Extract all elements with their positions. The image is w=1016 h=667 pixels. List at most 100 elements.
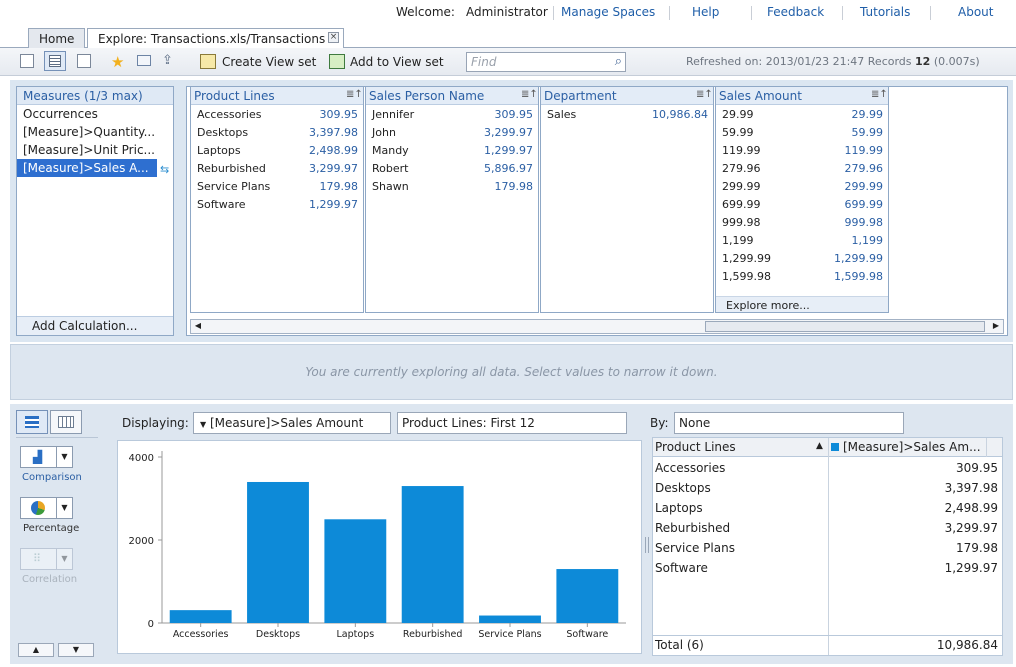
facet-title: Sales Amount [719,89,802,103]
layout-stacked-button[interactable] [44,51,66,71]
sort-icon[interactable]: ≣↑ [521,89,538,103]
explore-more-link[interactable]: Explore more... [716,296,888,312]
measure-item[interactable]: Occurrences [17,105,173,123]
facet-row[interactable]: Shawn 179.98 [366,177,538,195]
facet-row[interactable]: Laptops 2,498.99 [191,141,363,159]
by-select[interactable]: None [674,412,904,434]
search-icon[interactable]: ⌕ [615,54,622,69]
layout-single-button[interactable] [20,54,34,68]
facet-row[interactable]: Mandy 1,299.97 [366,141,538,159]
tab-explore[interactable]: Explore: Transactions.xls/Transactions × [87,28,344,49]
facet-row[interactable]: Sales 10,986.84 [541,105,713,123]
tab-home-label: Home [39,32,75,46]
about-link[interactable]: About [958,5,993,19]
chevron-down-icon[interactable]: ▼ [56,498,72,518]
email-icon[interactable] [137,55,151,66]
sort-icon[interactable]: ≣↑ [346,89,363,103]
facet-measure: 3,397.98 [309,126,358,139]
chart-view-button[interactable] [16,410,48,434]
feedback-link[interactable]: Feedback [767,5,824,19]
percentage-chart-button[interactable]: ▼ [20,497,73,519]
measure-item[interactable]: [Measure]>Unit Pric... [17,141,173,159]
facet-measure: 5,896.97 [484,162,533,175]
horizontal-scrollbar[interactable]: ◀ ▶ [190,319,1004,334]
facet-row[interactable]: 299.99 299.99 [716,177,888,195]
facet-row[interactable]: Software 1,299.97 [191,195,363,213]
favorite-star-icon[interactable]: ★ [111,53,124,71]
dimension-select[interactable]: Product Lines: First 12 [397,412,627,434]
facet-row[interactable]: 119.99 119.99 [716,141,888,159]
facet-title: Product Lines [194,89,275,103]
layout-split-button[interactable] [77,54,91,68]
facet-row[interactable]: 279.96 279.96 [716,159,888,177]
facet-row[interactable]: 29.99 29.99 [716,105,888,123]
close-tab-icon[interactable]: × [328,32,339,43]
facet-row[interactable]: Jennifer 309.95 [366,105,538,123]
tutorials-link[interactable]: Tutorials [860,5,910,19]
chevron-down-icon: ▼ [200,420,207,429]
x-tick-label: Reburbished [403,629,463,640]
facet-row[interactable]: 699.99 699.99 [716,195,888,213]
column-divider [828,438,829,655]
export-icon[interactable]: ⇪ [162,53,173,68]
facet-row[interactable]: 59.99 59.99 [716,123,888,141]
facet-title: Department [544,89,617,103]
measure-item[interactable]: [Measure]>Quantity... [17,123,173,141]
sort-icon[interactable]: ≣↑ [871,89,888,103]
table-cell-category[interactable]: Accessories [655,461,725,475]
facet-row[interactable]: 999.98 999.98 [716,213,888,231]
facet-row[interactable]: John 3,299.97 [366,123,538,141]
bar-chart: 0 2000 4000 Accessories Desktops Laptops Rebur… [129,451,626,640]
sort-icon[interactable]: ≣↑ [696,89,713,103]
data-table: Product Lines ▲ [Measure]>Sales Am... Ac… [652,437,1003,656]
facet-row[interactable]: Robert 5,896.97 [366,159,538,177]
table-cell-value: 179.98 [956,541,998,555]
facet-row[interactable]: Accessories 309.95 [191,105,363,123]
facet-row[interactable]: Reburbished 3,299.97 [191,159,363,177]
add-calculation-button[interactable]: Add Calculation... [17,316,173,335]
nav-divider [930,6,931,20]
panel-splitter[interactable] [645,537,649,553]
facet-row[interactable]: 1,199 1,199 [716,231,888,249]
create-view-set-icon[interactable] [200,54,216,69]
column-header-sales-amount[interactable]: [Measure]>Sales Am... [843,440,981,454]
scroll-left-icon[interactable]: ◀ [192,321,204,332]
find-input[interactable]: Find ⌕ [466,52,626,72]
column-divider [986,438,987,457]
drag-handle-icon[interactable]: ⇆ [160,163,169,176]
scroll-down-button[interactable]: ▼ [58,643,94,657]
table-view-button[interactable] [50,410,82,434]
scroll-right-icon[interactable]: ▶ [990,321,1002,332]
table-cell-category[interactable]: Desktops [655,481,711,495]
add-to-view-set-icon[interactable] [329,54,345,69]
table-cell-category[interactable]: Service Plans [655,541,735,555]
facet-row[interactable]: Service Plans 179.98 [191,177,363,195]
facet-value: 59.99 [722,126,754,139]
facet-row[interactable]: 1,299.99 1,299.99 [716,249,888,267]
facet-row[interactable]: 1,599.98 1,599.98 [716,267,888,285]
table-cell-category[interactable]: Reburbished [655,521,730,535]
manage-spaces-link[interactable]: Manage Spaces [561,5,655,19]
tab-home[interactable]: Home [28,28,86,48]
comparison-chart-button[interactable]: ▟ ▼ [20,446,73,468]
facet-header[interactable]: Sales Person Name ≣↑ [366,87,538,105]
sort-ascending-icon[interactable]: ▲ [816,441,823,451]
measure-select[interactable]: ▼ [Measure]>Sales Amount [193,412,391,434]
facet-header[interactable]: Product Lines ≣↑ [191,87,363,105]
table-cell-category[interactable]: Laptops [655,501,703,515]
add-to-view-set-button[interactable]: Add to View set [350,55,444,69]
measure-item-selected[interactable]: [Measure]>Sales A... [17,159,157,177]
facet-measure: 999.98 [844,216,884,229]
chevron-down-icon[interactable]: ▼ [56,447,72,467]
facet-header[interactable]: Department ≣↑ [541,87,713,105]
help-link[interactable]: Help [692,5,719,19]
facet-row[interactable]: Desktops 3,397.98 [191,123,363,141]
facet-sales-amount: Sales Amount ≣↑ 29.99 29.99 59.99 59.99 119.9… [715,86,889,313]
create-view-set-button[interactable]: Create View set [222,55,316,69]
scroll-up-button[interactable]: ▲ [18,643,54,657]
facet-value: 29.99 [722,108,754,121]
facet-header[interactable]: Sales Amount ≣↑ [716,87,888,105]
scrollbar-thumb[interactable] [705,321,985,332]
column-header-product-lines[interactable]: Product Lines [655,440,736,454]
table-cell-category[interactable]: Software [655,561,708,575]
